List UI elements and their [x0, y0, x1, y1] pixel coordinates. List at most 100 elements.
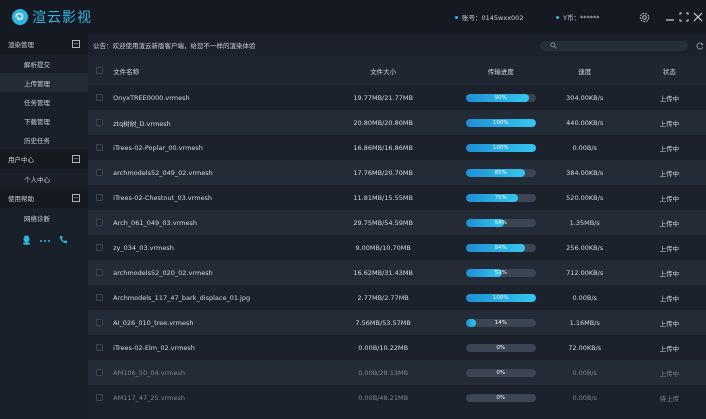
row-checkbox[interactable] [96, 344, 104, 351]
collapse-icon[interactable]: − [72, 194, 80, 202]
table-row[interactable]: iTrees-02-Elm_02.vrmesh 0.00B/10.22MB 0% 72… [88, 335, 706, 360]
row-checkbox[interactable] [96, 119, 104, 126]
file-size: 20.80MB/20.80MB [353, 118, 413, 127]
row-check-cell[interactable] [88, 144, 111, 151]
sidebar-group-render[interactable]: 渲染管理 − [0, 34, 88, 54]
sidebar-group-help[interactable]: 使用帮助 − [0, 188, 88, 208]
progress-cell: 100% [443, 118, 559, 127]
sidebar-group-user[interactable]: 用户中心 − [0, 149, 88, 169]
coins-info: Y币：****** [556, 0, 599, 34]
sidebar-item-network-diagnosis[interactable]: 网络诊断 [0, 208, 88, 227]
row-checkbox[interactable] [96, 194, 104, 201]
table-row[interactable]: archmodels52_049_02.vrmesh 17.76MB/20.70M… [88, 160, 706, 185]
table-row[interactable]: AM106_50_04.vrmesh 0.00B/28.13MB 0% 0.00B/s… [88, 360, 706, 385]
close-icon[interactable] [691, 10, 705, 24]
column-header-progress[interactable]: 传输进度 [443, 66, 559, 76]
progress-label: 90% [494, 94, 507, 101]
row-checkbox[interactable] [96, 319, 104, 326]
row-check-cell[interactable] [88, 294, 111, 301]
row-checkbox[interactable] [96, 94, 104, 101]
progress-cell: 85% [443, 168, 559, 177]
table-row[interactable]: OnyxTREE0000.vrmesh 19.77MB/21.77MB 90% 304… [88, 85, 706, 110]
row-checkbox[interactable] [96, 244, 104, 251]
table-row[interactable]: archmodels52_020_02.vrmesh 16.62MB/31.43M… [88, 260, 706, 285]
upload-status: 上传中 [659, 119, 680, 128]
row-check-cell[interactable] [88, 119, 111, 126]
row-check-cell[interactable] [88, 169, 111, 176]
upload-status: 上传中 [659, 319, 680, 328]
progress-bar: 100% [465, 143, 536, 152]
qq-icon[interactable] [22, 234, 31, 248]
search-icon[interactable] [550, 41, 557, 51]
select-all-checkbox[interactable] [96, 67, 104, 74]
row-check-cell[interactable] [88, 269, 111, 276]
table-row[interactable]: AM117_47_25.vrmesh 0.00B/48.21MB 0% 0.00B/s… [88, 385, 706, 410]
row-check-cell[interactable] [88, 94, 111, 101]
more-icon[interactable] [39, 236, 51, 246]
column-header-name[interactable]: 文件名称 [111, 66, 323, 76]
progress-bar: 84% [465, 243, 536, 252]
table-row[interactable]: iTrees-02-Chestnut_03.vrmesh 11.81MB/15.5… [88, 185, 706, 210]
row-check-cell[interactable] [88, 344, 111, 351]
row-check-cell[interactable] [88, 219, 111, 226]
file-name: AM106_50_04.vrmesh [113, 368, 185, 377]
column-header-speed[interactable]: 速度 [559, 66, 611, 76]
row-checkbox[interactable] [96, 269, 104, 276]
collapse-icon[interactable]: − [72, 155, 80, 163]
settings-icon[interactable] [637, 10, 651, 24]
row-check-cell[interactable] [88, 244, 111, 251]
search-box[interactable] [540, 41, 688, 51]
minimize-icon[interactable] [663, 10, 677, 24]
row-check-cell[interactable] [88, 194, 111, 201]
table-row[interactable]: iTrees-02-Poplar_00.vrmesh 16.86MB/16.86M… [88, 135, 706, 160]
table-row[interactable]: AI_026_010_tree.vrmesh 7.56MB/53.57MB 14% 1… [88, 310, 706, 335]
row-check-cell[interactable] [88, 319, 111, 326]
row-checkbox[interactable] [96, 369, 104, 376]
transfer-speed: 440.00KB/s [566, 118, 604, 127]
collapse-icon[interactable]: − [72, 40, 80, 48]
row-checkbox[interactable] [96, 219, 104, 226]
file-size: 16.86MB/16.86MB [353, 143, 413, 152]
row-checkbox[interactable] [96, 394, 104, 401]
account-label: 账号：0145wxx002 [462, 14, 524, 22]
upload-table: 文件名称 文件大小 传输进度 速度 状态 OnyxTREE0000.vrmesh… [88, 56, 706, 410]
announcement-text: 公告：欢迎使用渲云新版客户端，给您不一样的渲染体验 [93, 42, 256, 50]
row-checkbox[interactable] [96, 294, 104, 301]
sidebar-item-parse-submit[interactable]: 解析提交 [0, 54, 88, 73]
progress-label: 54% [494, 219, 507, 226]
table-row[interactable]: ztq树树_D.vrmesh 20.80MB/20.80MB 100% 440.00K… [88, 110, 706, 135]
file-name: archmodels52_049_02.vrmesh [113, 168, 213, 177]
maximize-icon[interactable] [677, 10, 691, 24]
row-checkbox[interactable] [96, 144, 104, 151]
progress-label: 75% [494, 194, 507, 201]
sidebar-item-personal-center[interactable]: 个人中心 [0, 169, 88, 188]
row-check-cell[interactable] [88, 369, 111, 376]
sidebar-item-download-manage[interactable]: 下载管理 [0, 111, 88, 130]
transfer-speed: 0.00B/s [572, 393, 597, 402]
progress-cell: 54% [443, 218, 559, 227]
refresh-icon[interactable] [696, 42, 704, 52]
row-check-cell[interactable] [88, 394, 111, 401]
progress-bar: 75% [465, 193, 536, 202]
sidebar-group-label: 使用帮助 [8, 195, 34, 203]
table-header: 文件名称 文件大小 传输进度 速度 状态 [88, 56, 706, 85]
search-input[interactable] [561, 42, 681, 50]
phone-icon[interactable] [59, 235, 68, 247]
file-size: 16.62MB/31.43MB [353, 268, 413, 277]
progress-label: 0% [496, 394, 506, 401]
table-row[interactable]: Archmodels_117_47_bark_displace_01.jpg 2.… [88, 285, 706, 310]
file-size: 0.00B/10.22MB [358, 343, 409, 352]
row-checkbox[interactable] [96, 169, 104, 176]
sidebar-item-upload-manage[interactable]: 上传管理 [0, 73, 88, 92]
column-header-status[interactable]: 状态 [633, 66, 706, 76]
progress-label: 52% [494, 269, 507, 276]
file-name: OnyxTREE0000.vrmesh [113, 93, 190, 102]
select-all-cell[interactable] [88, 67, 111, 74]
progress-bar: 100% [465, 118, 536, 127]
column-header-size[interactable]: 文件大小 [323, 66, 443, 76]
file-name: zy_034_03.vrmesh [113, 243, 174, 252]
table-row[interactable]: Arch_061_049_03.vrmesh 29.75MB/54.59MB 54%… [88, 210, 706, 235]
sidebar-item-history[interactable]: 历史任务 [0, 130, 88, 149]
sidebar-item-task-manage[interactable]: 任务管理 [0, 92, 88, 111]
table-row[interactable]: zy_034_03.vrmesh 9.00MB/10.70MB 84% 256.00K… [88, 235, 706, 260]
